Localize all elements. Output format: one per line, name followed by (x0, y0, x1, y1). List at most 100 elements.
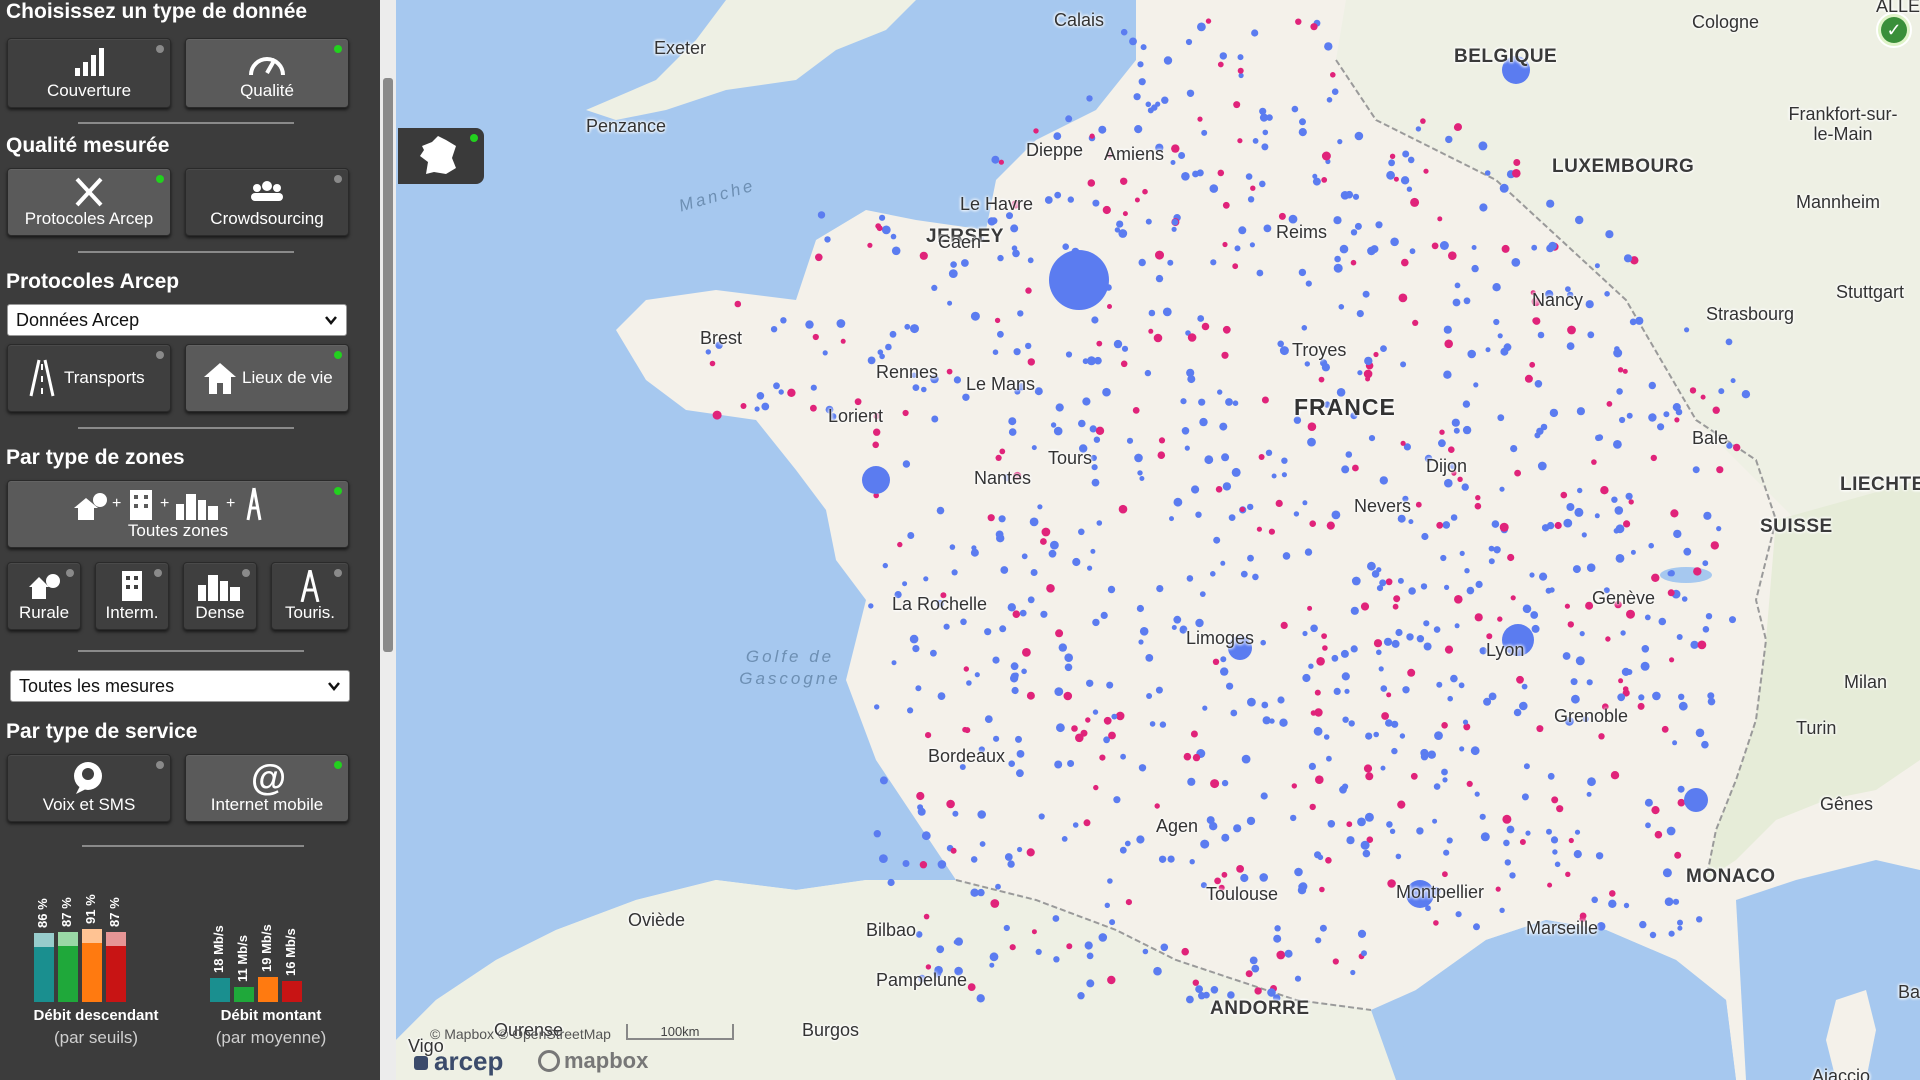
measurement-dot (1294, 975, 1302, 982)
measurement-dot (1567, 621, 1575, 628)
measurement-dot (1463, 297, 1471, 305)
zone-dense-button[interactable]: Dense (183, 562, 257, 630)
measurement-dot (1493, 318, 1500, 326)
measurement-dot (1499, 183, 1509, 193)
city-label: Bale (1692, 428, 1729, 448)
measurement-dot (1606, 401, 1613, 407)
internet-mobile-button[interactable]: @ Internet mobile (185, 754, 349, 822)
toutes-zones-button[interactable]: + + + Toutes zones (7, 480, 349, 548)
measurement-dot (1089, 425, 1097, 433)
city-label: Brest (700, 328, 743, 348)
measurement-dot (1107, 585, 1116, 594)
measurement-dot (915, 685, 922, 692)
divider (78, 251, 294, 253)
measurement-dot (1148, 309, 1156, 317)
protocoles-arcep-button[interactable]: Protocoles Arcep (7, 168, 171, 236)
measurement-dot (1402, 150, 1410, 158)
measurement-dot (1071, 725, 1078, 732)
measurement-dot (1664, 897, 1674, 906)
measurement-dot (1009, 944, 1016, 951)
measurement-dot (1197, 116, 1203, 122)
measurement-dot (1376, 585, 1384, 592)
measurement-dot (1027, 358, 1035, 366)
measurement-dot (1325, 857, 1332, 864)
measurement-dot (1648, 381, 1657, 390)
france-view-button[interactable] (398, 128, 484, 184)
lieux-de-vie-button[interactable]: Lieux de vie (185, 344, 349, 412)
measurement-dot (1295, 18, 1302, 25)
measurement-dot (1640, 661, 1650, 671)
measurement-dot (1026, 691, 1035, 700)
measurement-dot (1439, 429, 1445, 435)
zone-interm-button[interactable]: Interm. (95, 562, 169, 630)
chart-bar-cap (34, 933, 54, 947)
measurement-dot (1701, 740, 1709, 749)
measurement-dot (1453, 123, 1461, 131)
measurement-dot (1186, 89, 1195, 98)
measurement-dot (1124, 840, 1131, 847)
couverture-button[interactable]: Couverture (7, 38, 171, 108)
measurement-dot (1053, 426, 1063, 436)
measurement-dot (1259, 180, 1266, 188)
measurement-dot (1181, 427, 1190, 435)
attribution[interactable]: © Mapbox © OpenStreetMap (430, 1026, 611, 1042)
crowdsourcing-button[interactable]: Crowdsourcing (185, 168, 349, 236)
measurement-dot (1132, 407, 1140, 414)
measurement-dot (1263, 224, 1272, 233)
measurement-dot (1345, 451, 1353, 458)
measurement-dot (1613, 440, 1622, 449)
measurement-dot (1692, 466, 1700, 474)
measurement-dot (1439, 241, 1449, 250)
measurement-dot (1622, 368, 1628, 374)
measurement-dot (773, 382, 780, 390)
measurement-dot (1391, 639, 1400, 648)
status-check-button[interactable]: ✓ (1876, 12, 1912, 48)
measurement-dot (1092, 618, 1100, 627)
measurement-dot (1125, 899, 1132, 906)
measurement-dot (1437, 216, 1443, 222)
map[interactable]: Manche Golfe de Gascogne BELGIQUE LUXEMB… (396, 0, 1920, 1080)
measurement-dot (1666, 826, 1676, 836)
qualite-button[interactable]: Qualité (185, 38, 349, 108)
measurement-dot (1473, 382, 1479, 388)
measurement-dot (756, 392, 765, 400)
protocol-select[interactable]: Données Arcep (7, 304, 347, 336)
measurement-dot (1323, 734, 1330, 740)
measurement-dot (1044, 196, 1053, 204)
sidebar-scrollbar-thumb[interactable] (383, 78, 393, 652)
measurement-dot (1201, 129, 1208, 136)
measurement-dot (1491, 520, 1500, 528)
measurement-dot (1275, 499, 1283, 507)
measurement-dot (1167, 855, 1175, 863)
measurement-dot (1055, 403, 1064, 412)
zone-rurale-button[interactable]: Rurale (7, 562, 81, 630)
measurement-dot (917, 804, 924, 811)
measurement-dot (1670, 509, 1679, 518)
measurement-dot (1450, 674, 1458, 683)
measurement-dot (1326, 755, 1332, 762)
measurement-dot (970, 856, 978, 863)
measurement-dot (1209, 822, 1218, 831)
measurement-dot (815, 253, 823, 262)
measures-select[interactable]: Toutes les mesures (10, 670, 350, 702)
transports-button[interactable]: Transports (7, 344, 171, 412)
chart-value-label: 11 Mb/s (235, 935, 250, 982)
measurement-dot (1373, 351, 1379, 358)
measurement-dot (1098, 933, 1108, 942)
mapbox-logo[interactable]: mapbox (538, 1048, 648, 1074)
measurement-dot (1136, 835, 1145, 844)
measurement-dot (1213, 536, 1221, 544)
zone-interm-label: Interm. (105, 603, 159, 622)
measurement-dot (1102, 205, 1111, 215)
measurement-dot (1683, 547, 1692, 556)
measurement-dot (1266, 114, 1273, 121)
measurement-dot (1513, 708, 1522, 717)
measurement-dot (1278, 212, 1286, 220)
zone-touris-button[interactable]: Touris. (271, 562, 349, 630)
measurement-dot (1406, 633, 1414, 641)
arcep-logo[interactable]: arcep (414, 1046, 503, 1077)
voix-sms-button[interactable]: Voix et SMS (7, 754, 171, 822)
city-label: Reims (1276, 222, 1328, 242)
measurement-dot (1008, 428, 1017, 436)
measurement-dot (1139, 476, 1145, 481)
